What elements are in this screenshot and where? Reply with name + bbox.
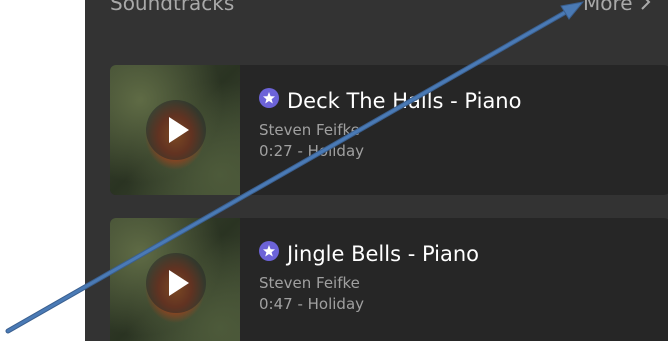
annotation-arrow	[5, 1, 585, 334]
